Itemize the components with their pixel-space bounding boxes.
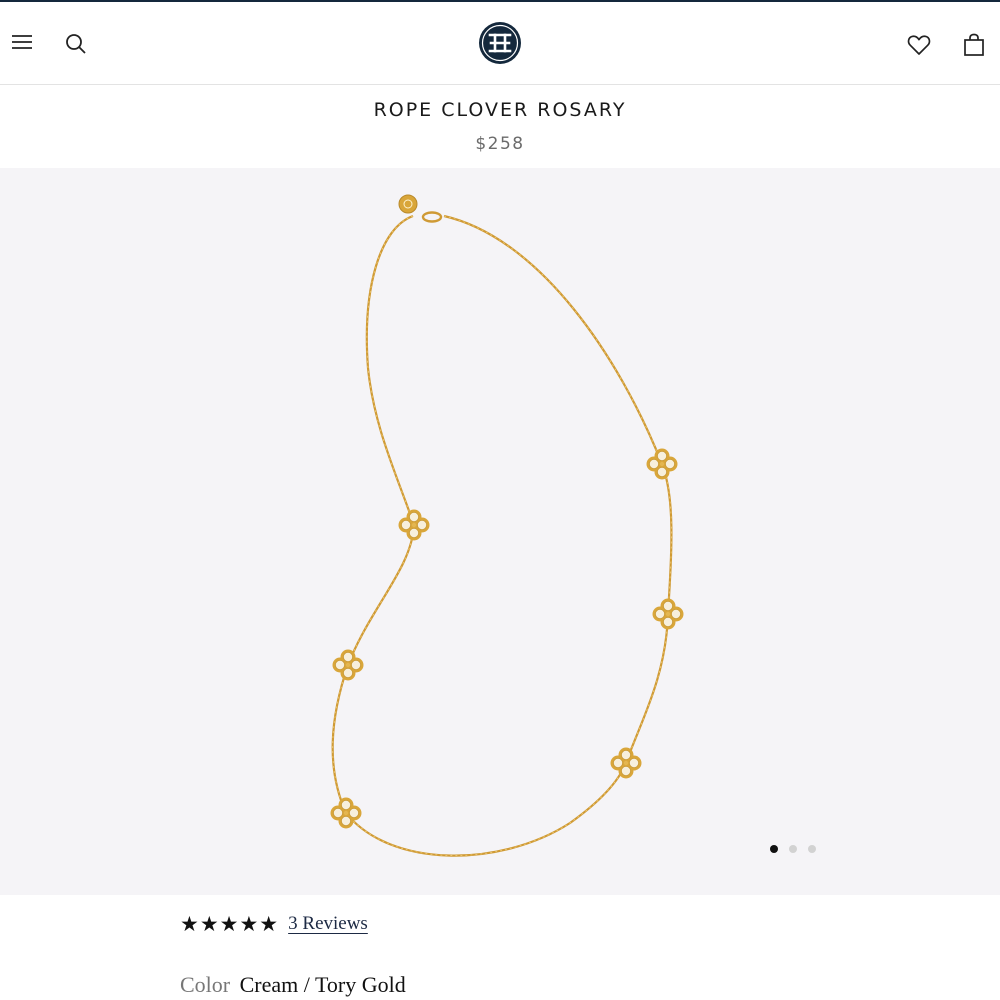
product-title: ROPE CLOVER ROSARY xyxy=(373,99,627,121)
clover-station xyxy=(646,448,678,480)
shopping-bag-icon xyxy=(964,33,984,56)
search-icon xyxy=(66,34,86,54)
necklace-logo-tag xyxy=(398,194,418,214)
gallery-pagination xyxy=(770,845,816,853)
clover-station xyxy=(398,509,430,541)
gallery-dot-1[interactable] xyxy=(770,845,778,853)
heart-icon xyxy=(907,35,931,55)
menu-button[interactable] xyxy=(8,28,36,56)
shopping-bag-button[interactable] xyxy=(960,30,988,60)
clover-station xyxy=(652,598,684,630)
product-price: $258 xyxy=(475,133,525,154)
color-value: Cream / Tory Gold xyxy=(239,972,406,997)
clover-station xyxy=(610,747,642,779)
star-rating: ★★★★★ xyxy=(180,912,280,936)
gallery-dot-3[interactable] xyxy=(808,845,816,853)
product-image-gallery[interactable] xyxy=(0,168,1000,895)
hamburger-menu-icon xyxy=(12,35,32,49)
gallery-dot-2[interactable] xyxy=(789,845,797,853)
color-label: Color xyxy=(180,972,231,997)
search-button[interactable] xyxy=(62,30,90,58)
clover-station xyxy=(332,649,364,681)
tory-burch-logo[interactable] xyxy=(477,20,523,66)
reviews-summary: ★★★★★ 3 Reviews xyxy=(180,912,368,936)
product-title-block: ROPE CLOVER ROSARY $258 xyxy=(0,84,1000,168)
necklace-clasp xyxy=(421,211,443,223)
brand-logo-icon xyxy=(479,22,521,64)
site-header xyxy=(0,2,1000,85)
necklace-product-image xyxy=(330,194,684,857)
color-selection: Color Cream / Tory Gold xyxy=(180,972,406,998)
wishlist-button[interactable] xyxy=(904,30,934,60)
reviews-link[interactable]: 3 Reviews xyxy=(288,913,368,935)
